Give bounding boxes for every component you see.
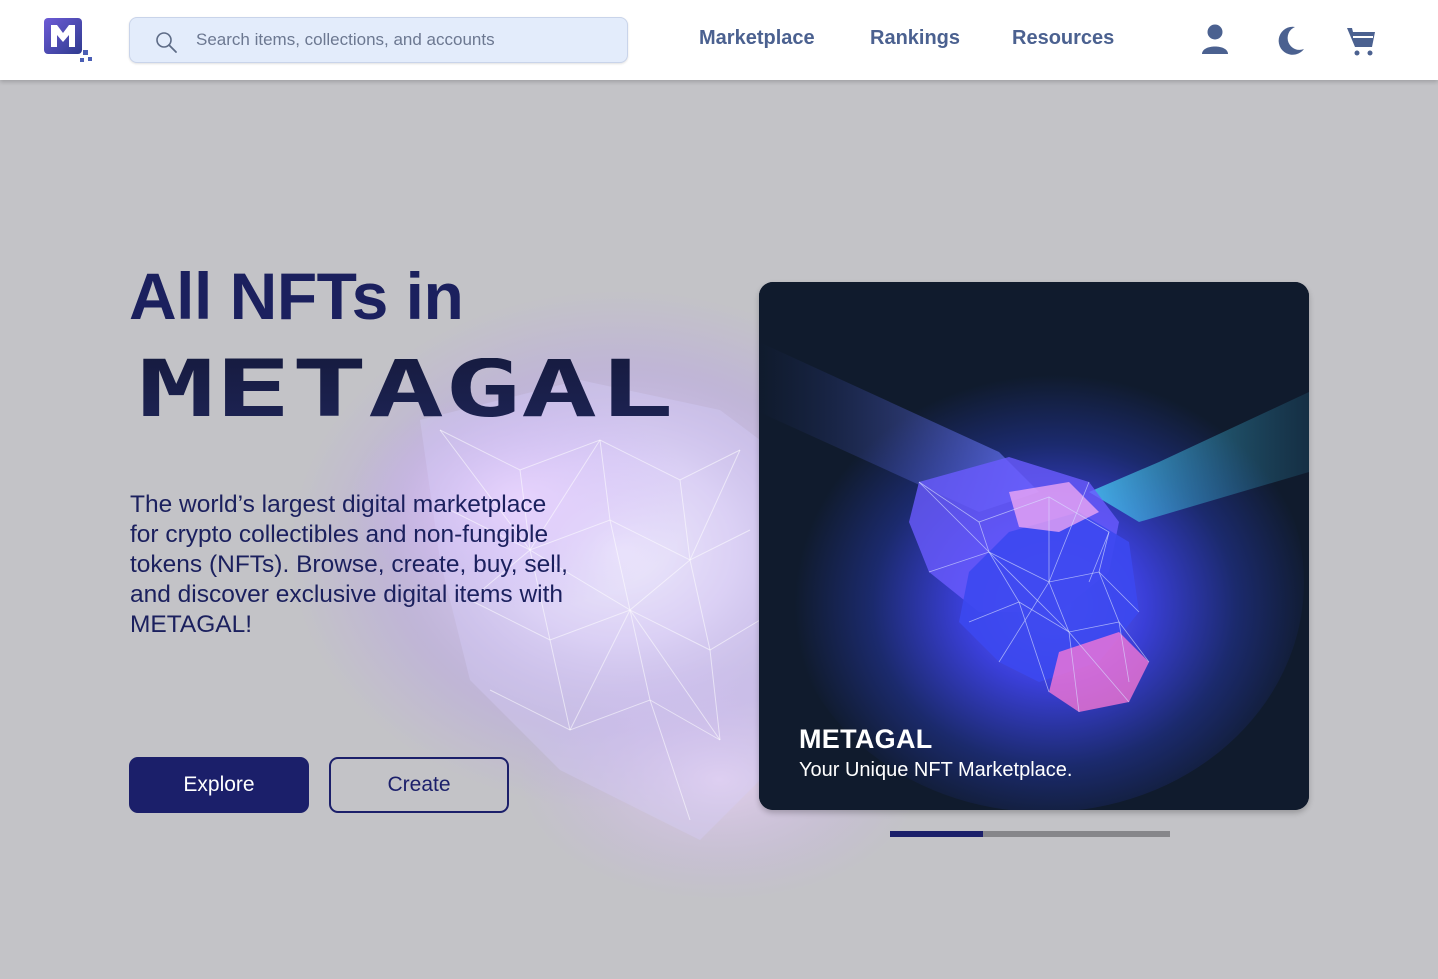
- hero-description: The world’s largest digital marketplace …: [130, 491, 568, 638]
- metagal-logo[interactable]: [43, 17, 93, 63]
- nav-rankings-link[interactable]: Rankings: [870, 27, 960, 50]
- carousel-progress-bar[interactable]: [890, 831, 1170, 837]
- cart-icon[interactable]: [1344, 22, 1378, 58]
- featured-carousel-card[interactable]: METAGAL Your Unique NFT Marketplace.: [759, 282, 1309, 810]
- top-navigation-bar: Marketplace Rankings Resources: [0, 0, 1438, 80]
- moon-icon[interactable]: [1273, 22, 1307, 58]
- carousel-slide-subtitle: Your Unique NFT Marketplace.: [799, 759, 1073, 781]
- create-button[interactable]: Create: [329, 757, 509, 813]
- carousel-slide-title: METAGAL: [799, 724, 933, 754]
- nav-marketplace-link[interactable]: Marketplace: [699, 27, 815, 50]
- search-input[interactable]: [196, 18, 616, 62]
- nav-resources-link[interactable]: Resources: [1012, 27, 1114, 50]
- explore-button[interactable]: Explore: [129, 757, 309, 813]
- search-bar: [129, 17, 628, 63]
- hero-title: All NFTs in: [129, 259, 464, 333]
- metagal-pixel-wordmark: METAGAL: [138, 358, 674, 420]
- metagal-wordmark-text: METAGAL: [138, 358, 674, 420]
- search-icon[interactable]: [154, 30, 178, 54]
- carousel-progress-fill: [890, 831, 984, 837]
- user-icon[interactable]: [1198, 22, 1232, 58]
